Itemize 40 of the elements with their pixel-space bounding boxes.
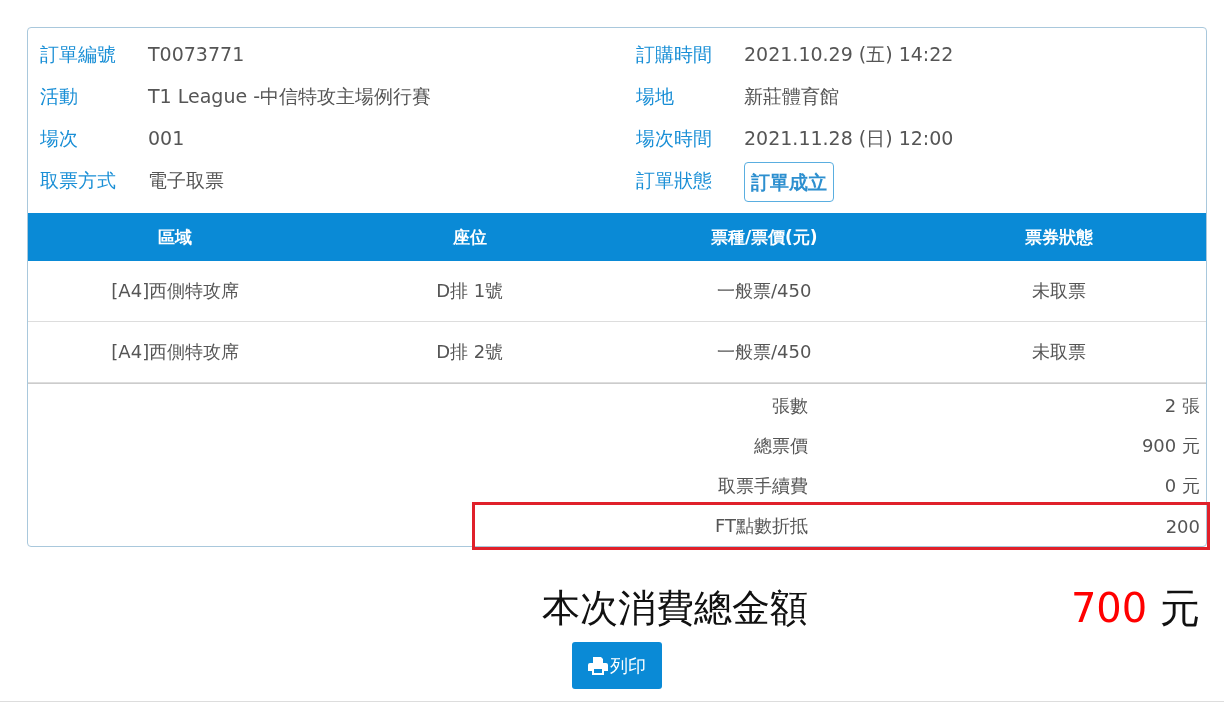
field-value: 2021.10.29 (五) 14:22 xyxy=(744,42,954,67)
summary-label: 張數 xyxy=(772,394,808,418)
field-value: 2021.11.28 (日) 12:00 xyxy=(744,126,954,151)
summary-label: 總票價 xyxy=(754,434,808,458)
field-label: 訂單狀態 xyxy=(636,168,713,193)
summary-label: 取票手續費 xyxy=(718,474,808,498)
field-label: 場次 xyxy=(40,126,79,151)
field-value: 電子取票 xyxy=(148,168,224,193)
field-label: 訂單編號 xyxy=(40,42,117,67)
total-amount: 700 元 xyxy=(1070,584,1200,633)
table-cell-text: D排 1號 xyxy=(435,279,505,303)
field-label: 訂購時間 xyxy=(636,42,713,67)
table-cell-text: [A4]西側特攻席 xyxy=(110,340,241,364)
field-value: T0073771 xyxy=(148,42,245,67)
field-value: 001 xyxy=(148,126,185,151)
field-label: 活動 xyxy=(40,84,79,109)
column-header: 票種/票價(元) xyxy=(709,225,819,249)
summary-value: 2 張 xyxy=(1164,394,1200,418)
printer-icon xyxy=(588,656,608,675)
field-value: 新莊體育館 xyxy=(744,84,839,109)
summary-label: FT點數折抵 xyxy=(714,514,808,538)
table-cell-text: [A4]西側特攻席 xyxy=(110,279,241,303)
field-label: 取票方式 xyxy=(40,168,117,193)
total-label: 本次消費總金額 xyxy=(542,585,808,632)
table-cell-text: 未取票 xyxy=(1030,279,1087,303)
column-header: 區域 xyxy=(157,225,194,249)
field-label: 場次時間 xyxy=(636,126,713,151)
print-button[interactable]: 列印 xyxy=(572,642,662,689)
field-label: 場地 xyxy=(636,84,675,109)
status-badge: 訂單成立 xyxy=(744,162,834,202)
column-header: 座位 xyxy=(451,225,488,249)
field-value: T1 League -中信特攻主場例行賽 xyxy=(148,84,431,109)
summary-value: 0 元 xyxy=(1164,474,1200,498)
column-header: 票券狀態 xyxy=(1023,225,1094,249)
summary-value: 900 元 xyxy=(1141,434,1200,458)
table-cell-text: 一般票/450 xyxy=(716,340,813,364)
table-cell-text: D排 2號 xyxy=(435,340,505,364)
summary-value: 200 xyxy=(1165,515,1200,537)
table-cell-text: 未取票 xyxy=(1030,340,1087,364)
table-cell-text: 一般票/450 xyxy=(716,279,813,303)
